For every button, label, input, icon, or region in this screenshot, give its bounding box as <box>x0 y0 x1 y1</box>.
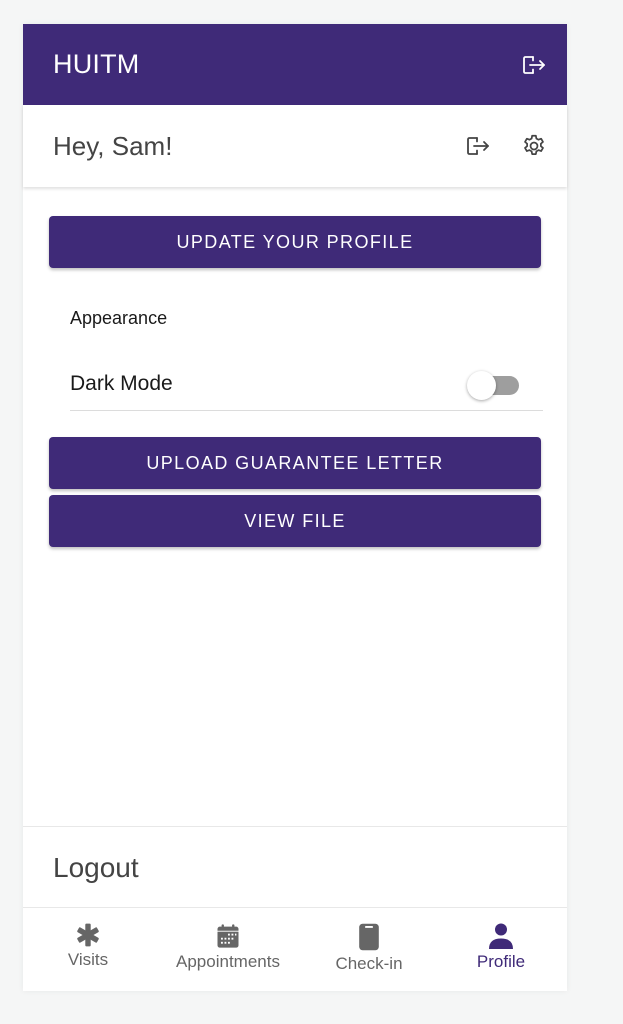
dark-mode-toggle[interactable] <box>467 369 521 400</box>
topbar-logout-button[interactable] <box>521 53 547 77</box>
header-logout-button[interactable] <box>465 134 491 158</box>
nav-item-appointments[interactable]: Appointments <box>153 908 303 991</box>
toggle-thumb <box>467 370 496 400</box>
logout-button[interactable]: Logout <box>23 826 567 908</box>
dark-mode-setting: Dark Mode <box>70 361 543 411</box>
settings-button[interactable] <box>521 133 547 159</box>
gear-icon <box>524 134 544 155</box>
top-app-bar: HUITM <box>23 24 567 105</box>
greeting-header: Hey, Sam! <box>23 105 567 187</box>
app-title: HUITM <box>53 49 140 79</box>
person-icon <box>489 923 513 949</box>
clipboard-icon <box>359 923 379 951</box>
app-container: HUITM Hey, Sam! UPDATE YOUR PROFILE Appe… <box>23 24 567 991</box>
appearance-heading: Appearance <box>70 308 168 328</box>
nav-item-profile[interactable]: Profile <box>435 908 567 991</box>
calendar-icon <box>217 924 239 948</box>
view-file-button[interactable]: VIEW FILE <box>49 495 541 547</box>
greeting-text: Hey, Sam! <box>53 130 173 161</box>
nav-label: Appointments <box>176 952 280 971</box>
nav-label: Check-in <box>335 954 403 973</box>
update-profile-button[interactable]: UPDATE YOUR PROFILE <box>49 216 541 268</box>
asterisk-icon <box>77 923 99 947</box>
dark-mode-label: Dark Mode <box>70 371 173 395</box>
upload-guarantee-letter-button[interactable]: UPLOAD GUARANTEE LETTER <box>49 437 541 489</box>
logout-icon <box>467 137 489 155</box>
logout-label: Logout <box>53 852 139 883</box>
bottom-navigation: Visits Appointments Check-in Profile <box>23 908 567 991</box>
nav-item-visits[interactable]: Visits <box>23 908 153 991</box>
nav-item-check-in[interactable]: Check-in <box>303 908 435 991</box>
nav-label: Visits <box>67 950 109 969</box>
logout-icon <box>523 55 545 74</box>
nav-label: Profile <box>476 952 526 971</box>
